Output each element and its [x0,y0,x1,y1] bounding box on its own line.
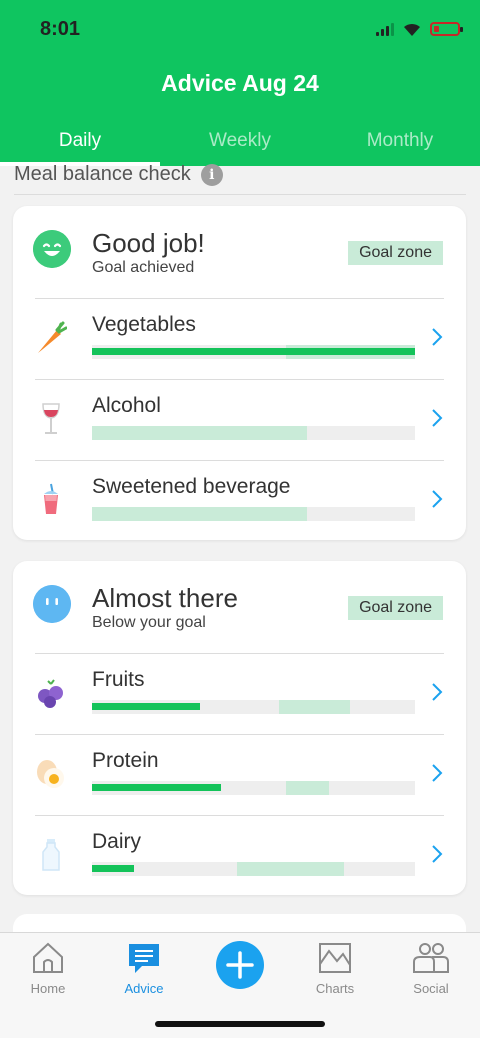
nav-home-label: Home [30,981,66,996]
row-divider [35,379,444,380]
happy-face-icon [33,230,71,268]
section-label: Meal balance check i [14,163,223,186]
goal-zone [92,507,307,521]
nav-home[interactable]: Home [0,941,96,996]
goal-zone [92,426,307,440]
wifi-icon [404,23,420,36]
row-label: Fruits [92,668,145,691]
row-label: Dairy [92,830,142,853]
progress-fill [92,348,415,355]
chevron-right-icon [432,845,443,863]
progress-fill [92,703,201,710]
nav-charts[interactable]: Charts [287,941,383,996]
chart-icon [319,943,351,973]
chevron-right-icon [432,409,443,427]
tab-monthly[interactable]: Monthly [320,130,480,152]
chevron-right-icon [432,764,443,782]
progress-bar [92,507,415,521]
home-indicator [155,1021,325,1027]
progress-bar [92,700,415,714]
berries-icon [35,675,67,711]
section-divider [14,194,466,195]
egg-icon [35,756,67,792]
message-icon [129,944,159,973]
nav-social[interactable]: Social [383,941,479,996]
bubble-tea-icon [35,482,67,518]
page-title: Advice Aug 24 [161,70,319,96]
row-divider [35,734,444,735]
app-header: 8:01 Advice Aug 24 Daily Weekly Monthly [0,0,480,166]
nav-advice[interactable]: Advice [96,941,192,996]
goal-zone [285,781,330,795]
row-alcohol[interactable]: Alcohol [13,379,466,460]
card-subtitle: Goal achieved [92,259,195,276]
people-icon [413,943,449,973]
home-icon [33,942,63,973]
row-divider [35,815,444,816]
goal-zone [279,700,351,714]
status-time: 8:01 [40,18,81,40]
row-label: Alcohol [92,394,161,417]
battery-icon [430,22,463,36]
cellular-signal-icon [376,22,394,36]
status-icons [376,21,463,37]
row-divider [35,653,444,654]
card-almost-there: Almost there Below your goal Goal zone F… [13,561,466,895]
card-title: Good job! [92,228,205,258]
row-label: Protein [92,749,159,772]
row-divider [35,298,444,299]
goal-zone-badge: Goal zone [348,596,443,620]
tab-weekly[interactable]: Weekly [160,130,320,152]
milk-bottle-icon [35,837,67,873]
wine-glass-icon [35,401,67,437]
chevron-right-icon [432,328,443,346]
carrot-icon [35,320,67,356]
row-dairy[interactable]: Dairy [13,815,466,896]
neutral-face-icon [33,585,71,623]
tab-daily[interactable]: Daily [0,130,160,152]
card-header: Almost there Below your goal Goal zone [13,561,466,653]
card-header: Good job! Goal achieved Goal zone [13,206,466,298]
add-button[interactable] [216,941,264,989]
section-title: Meal balance check [14,163,191,185]
chevron-right-icon [432,490,443,508]
goal-zone [237,862,344,876]
progress-bar [92,781,415,795]
progress-fill [92,784,222,791]
progress-bar [92,862,415,876]
nav-charts-label: Charts [315,981,355,996]
progress-bar [92,426,415,440]
card-title: Almost there [92,583,238,613]
row-protein[interactable]: Protein [13,734,466,815]
card-subtitle: Below your goal [92,614,206,631]
card-goal-achieved: Good job! Goal achieved Goal zone Vegeta… [13,206,466,540]
row-label: Vegetables [92,313,196,336]
row-divider [35,460,444,461]
chevron-right-icon [432,683,443,701]
goal-zone-badge: Goal zone [348,241,443,265]
row-vegetables[interactable]: Vegetables [13,298,466,379]
nav-social-label: Social [413,981,449,996]
progress-fill [92,865,134,872]
progress-bar [92,345,415,359]
info-icon[interactable]: i [200,163,223,186]
row-sweetened-beverage[interactable]: Sweetened beverage [13,460,466,541]
nav-advice-label: Advice [124,981,164,996]
add-icon [226,951,254,979]
row-label: Sweetened beverage [92,475,291,498]
row-fruits[interactable]: Fruits [13,653,466,734]
